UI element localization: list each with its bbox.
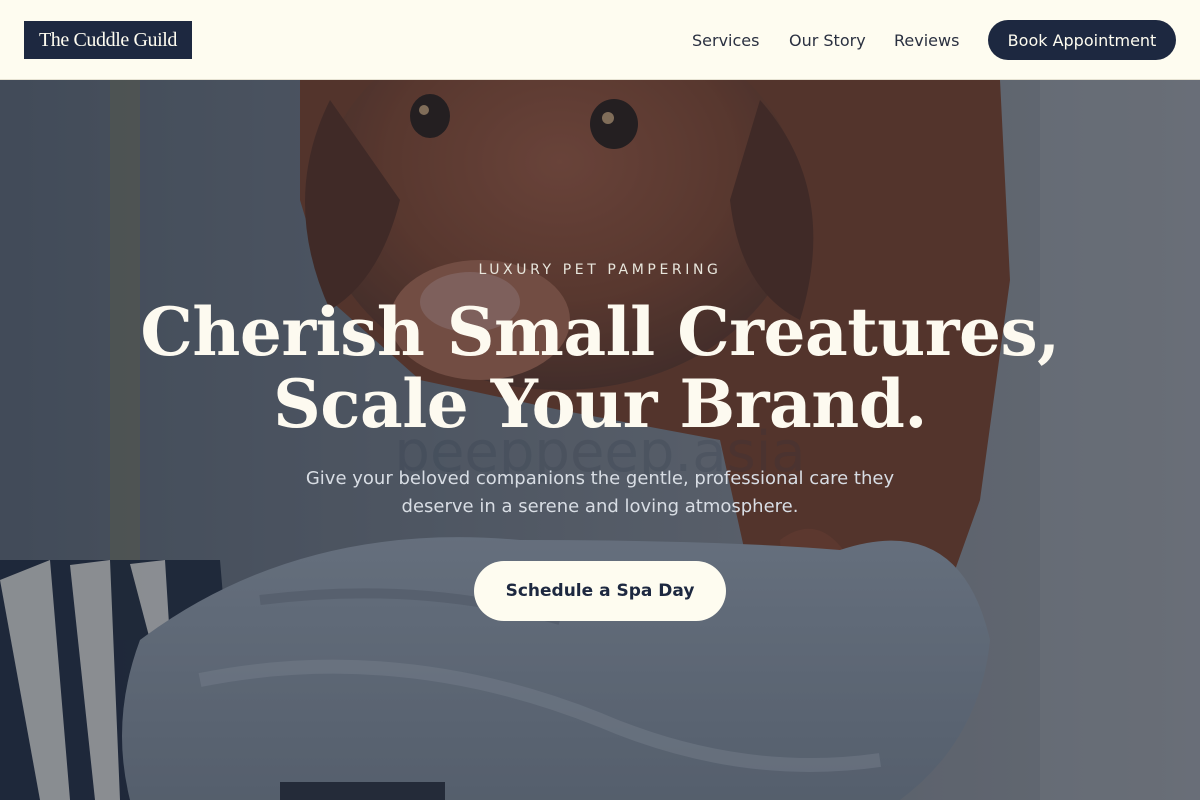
hero-section: LUXURY PET PAMPERING Cherish Small Creat… <box>0 80 1200 800</box>
book-appointment-button[interactable]: Book Appointment <box>988 20 1176 60</box>
hero-headline: Cherish Small Creatures, Scale Your Bran… <box>0 296 1200 440</box>
nav-link-our-story[interactable]: Our Story <box>789 0 866 80</box>
schedule-spa-day-button[interactable]: Schedule a Spa Day <box>474 561 726 621</box>
hero-subtext: Give your beloved companions the gentle,… <box>305 468 895 517</box>
brand-logo[interactable]: The Cuddle Guild <box>24 21 192 59</box>
hero-headline-line-1: Cherish Small Creatures, <box>140 293 1060 371</box>
nav-link-services[interactable]: Services <box>692 0 759 80</box>
hero-content: LUXURY PET PAMPERING Cherish Small Creat… <box>0 80 1200 800</box>
hero-headline-line-2: Scale Your Brand. <box>273 365 927 443</box>
site-header: The Cuddle Guild Services Our Story Revi… <box>0 0 1200 80</box>
hero-eyebrow: LUXURY PET PAMPERING <box>478 262 722 278</box>
nav-link-reviews[interactable]: Reviews <box>894 0 959 80</box>
